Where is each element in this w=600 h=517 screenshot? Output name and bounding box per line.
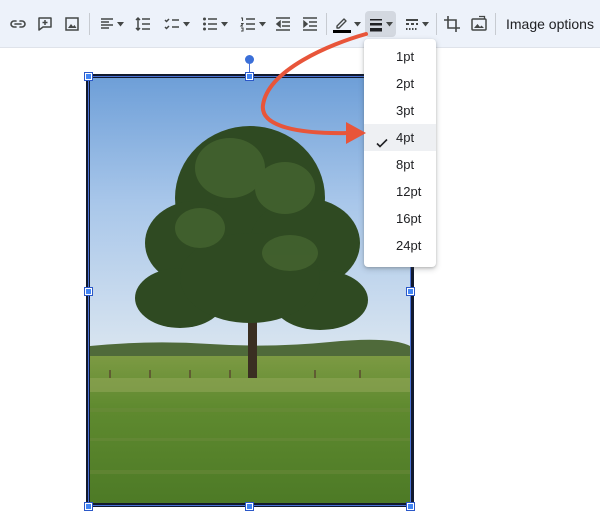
menu-item-1pt[interactable]: 1pt [364, 43, 436, 70]
chevron-down-icon [258, 21, 266, 27]
menu-item-4pt[interactable]: 4pt [364, 124, 436, 151]
chevron-down-icon [386, 21, 393, 27]
menu-item-16pt[interactable]: 16pt [364, 205, 436, 232]
add-comment-icon [36, 15, 54, 33]
bulleted-list-icon [201, 15, 219, 33]
resize-handle-bottom[interactable] [245, 502, 254, 511]
crop-image-button[interactable] [440, 11, 464, 37]
replace-image-button[interactable] [467, 11, 491, 37]
chevron-down-icon [421, 21, 429, 27]
chevron-down-icon [116, 21, 124, 27]
menu-item-8pt[interactable]: 8pt [364, 151, 436, 178]
menu-item-label: 4pt [396, 130, 415, 145]
resize-handle-bottom-left[interactable] [84, 502, 93, 511]
border-weight-button[interactable] [365, 11, 396, 37]
border-dash-icon [404, 16, 420, 32]
image-options-button[interactable]: Image options [498, 11, 600, 37]
toolbar-divider [495, 13, 496, 35]
resize-handle-left[interactable] [84, 287, 93, 296]
replace-image-icon [470, 15, 488, 33]
toolbar-divider [436, 13, 437, 35]
decrease-indent-icon [274, 15, 292, 33]
crop-icon [443, 15, 461, 33]
line-spacing-button[interactable] [131, 11, 155, 37]
numbered-list-button[interactable] [235, 11, 269, 37]
checklist-icon [163, 15, 181, 33]
chevron-down-icon [353, 21, 361, 27]
insert-link-button[interactable] [6, 11, 30, 37]
increase-indent-icon [301, 15, 319, 33]
border-color-pen-icon [332, 14, 352, 34]
menu-item-3pt[interactable]: 3pt [364, 97, 436, 124]
menu-item-2pt[interactable]: 2pt [364, 70, 436, 97]
toolbar: Image options [0, 0, 600, 48]
rotate-handle[interactable] [245, 55, 254, 64]
decrease-indent-button[interactable] [271, 11, 295, 37]
resize-handle-right[interactable] [406, 287, 415, 296]
link-icon [9, 15, 27, 33]
border-weight-menu: 1pt 2pt 3pt 4pt 8pt 12pt 16pt 24pt [364, 39, 436, 267]
border-weight-icon [368, 16, 384, 32]
toolbar-divider [89, 13, 90, 35]
checklist-button[interactable] [159, 11, 193, 37]
toolbar-divider [326, 13, 327, 35]
add-comment-button[interactable] [33, 11, 57, 37]
chevron-down-icon [220, 21, 228, 27]
increase-indent-button[interactable] [298, 11, 322, 37]
resize-handle-top[interactable] [245, 72, 254, 81]
insert-image-icon [63, 15, 81, 33]
line-spacing-icon [134, 15, 152, 33]
menu-item-24pt[interactable]: 24pt [364, 232, 436, 259]
insert-image-button[interactable] [60, 11, 84, 37]
menu-item-12pt[interactable]: 12pt [364, 178, 436, 205]
border-color-button[interactable] [330, 11, 362, 37]
resize-handle-bottom-right[interactable] [406, 502, 415, 511]
resize-handle-top-left[interactable] [84, 72, 93, 81]
chevron-down-icon [182, 21, 190, 27]
numbered-list-icon [239, 15, 257, 33]
bulleted-list-button[interactable] [197, 11, 231, 37]
align-left-icon [99, 16, 115, 32]
border-dash-button[interactable] [400, 11, 432, 37]
align-menu-button[interactable] [96, 11, 126, 37]
